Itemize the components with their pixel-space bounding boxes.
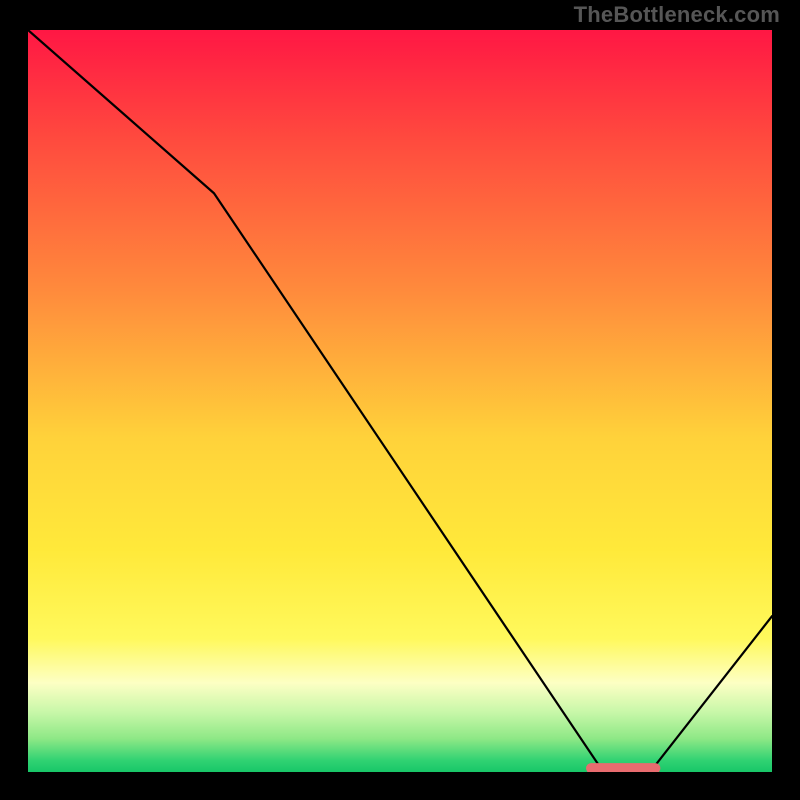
heatmap-background <box>28 30 772 772</box>
chart-plot <box>28 30 772 772</box>
chart-frame: TheBottleneck.com <box>0 0 800 800</box>
attribution-text: TheBottleneck.com <box>574 2 780 28</box>
optimal-range-marker <box>586 763 660 772</box>
